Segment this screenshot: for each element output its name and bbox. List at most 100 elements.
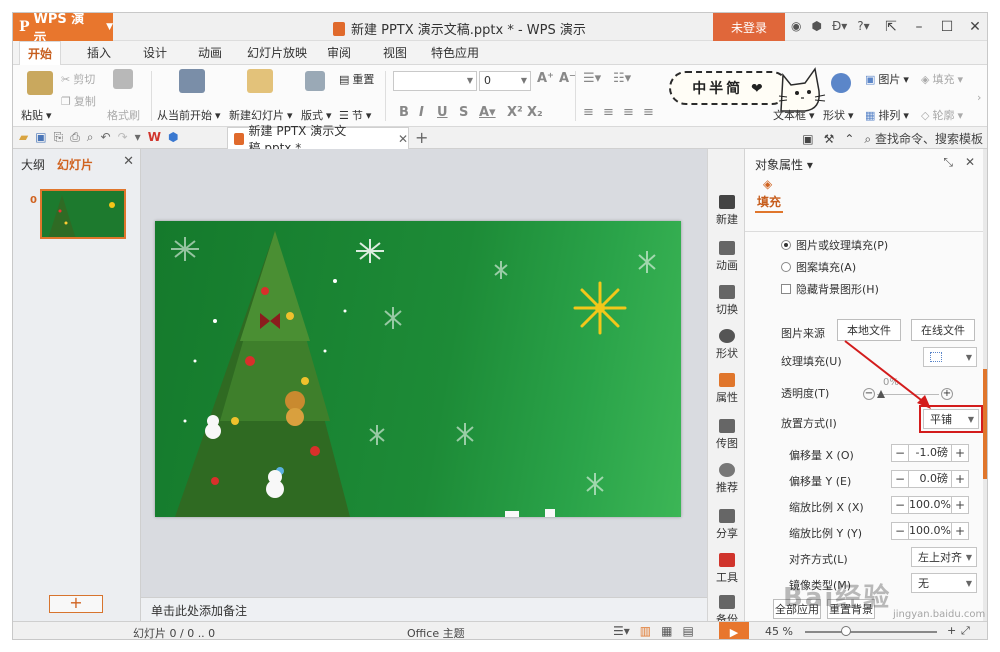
paste-icon[interactable] <box>27 71 53 95</box>
vstrip-shape[interactable]: 形状 <box>708 329 746 361</box>
panel-title[interactable]: 对象属性 ▾ <box>755 156 813 173</box>
vstrip-tools[interactable]: 工具 <box>708 553 746 585</box>
slide-thumbnail[interactable] <box>40 189 126 239</box>
add-slide-button[interactable]: + <box>49 595 103 613</box>
close-icon[interactable]: ✕ <box>123 154 134 169</box>
cut-button[interactable]: ✂ 剪切 <box>61 71 95 87</box>
italic-icon[interactable]: I <box>419 105 424 120</box>
shrink-font-icon[interactable]: A⁻ <box>559 71 576 86</box>
normal-view-icon[interactable]: ▥ <box>640 624 651 638</box>
tab-view[interactable]: 视图 <box>375 41 415 65</box>
vstrip-animation[interactable]: 动画 <box>708 241 746 273</box>
numbering-icon[interactable]: ☷▾ <box>613 71 631 86</box>
format-painter-icon[interactable] <box>113 69 133 89</box>
feedback-icon[interactable]: Ð▾ <box>832 19 847 33</box>
vstrip-recommend[interactable]: 推荐 <box>708 463 746 495</box>
tab-review[interactable]: 审阅 <box>319 41 359 65</box>
slide[interactable] <box>155 221 681 517</box>
vstrip-transition[interactable]: 切换 <box>708 285 746 317</box>
shape-button[interactable]: 形状 ▾ <box>823 107 854 123</box>
font-name-combo[interactable]: ▼ <box>393 71 477 91</box>
underline-icon[interactable]: U <box>437 105 448 120</box>
align-center-icon[interactable]: ≡ <box>603 105 614 120</box>
settings-icon[interactable]: ⬢ <box>811 19 821 33</box>
login-button[interactable]: 未登录 <box>713 13 785 41</box>
ribbon-scroll-right-icon[interactable]: › <box>977 91 981 104</box>
bullets-icon[interactable]: ☰▾ <box>583 71 601 86</box>
grow-font-icon[interactable]: A⁺ <box>537 71 554 86</box>
mirror-combo[interactable]: 无 ▼ <box>911 573 977 593</box>
shape-icon[interactable] <box>831 73 851 93</box>
arrange-button[interactable]: ▦ 排列 ▾ <box>865 107 909 123</box>
print-preview-icon[interactable]: ⌕ <box>87 130 94 145</box>
subscript-icon[interactable]: X₂ <box>527 105 543 120</box>
more-icon[interactable]: ▾ <box>135 130 141 145</box>
panel-scrollbar[interactable] <box>983 149 987 621</box>
fill-button[interactable]: ◈ 填充 ▾ <box>921 71 963 87</box>
undo-icon[interactable]: ↶ <box>101 130 111 145</box>
vstrip-upload-image[interactable]: 传图 <box>708 419 746 451</box>
tab-design[interactable]: 设计 <box>135 41 175 65</box>
tab-insert[interactable]: 插入 <box>79 41 119 65</box>
scale-x-stepper[interactable]: −100.0% + <box>891 495 969 515</box>
align-left-icon[interactable]: ≡ <box>583 105 594 120</box>
redo-icon[interactable]: ↷ <box>118 130 128 145</box>
tab-animation[interactable]: 动画 <box>190 41 230 65</box>
layout-icon[interactable] <box>305 71 325 91</box>
document-tab[interactable]: 新建 PPTX 演示文稿.pptx * ✕ <box>227 124 409 155</box>
close-tab-icon[interactable]: ✕ <box>398 132 408 146</box>
tab-features[interactable]: 特色应用 <box>423 41 487 65</box>
font-size-combo[interactable]: 0 ▼ <box>479 71 531 91</box>
feedback-icon[interactable]: ▣ <box>802 132 813 146</box>
tab-home[interactable]: 开始 <box>19 41 62 65</box>
paste-button[interactable]: 粘贴 ▾ <box>21 107 52 123</box>
reset-button[interactable]: ▤ 重置 <box>339 71 374 87</box>
tools-icon[interactable]: ⚒ <box>824 132 835 146</box>
tab-outline[interactable]: 大纲 <box>21 156 45 173</box>
tab-slideshow[interactable]: 幻灯片放映 <box>239 41 315 65</box>
superscript-icon[interactable]: X² <box>507 105 523 120</box>
notes-view-icon[interactable]: ☰▾ <box>613 624 630 638</box>
new-slide-icon[interactable] <box>247 69 273 93</box>
help-icon[interactable]: ?▾ <box>857 19 869 33</box>
tab-fill[interactable]: 填充 <box>755 193 783 213</box>
from-current-button[interactable]: 从当前开始 ▾ <box>157 107 221 123</box>
scale-y-stepper[interactable]: −100.0% + <box>891 521 969 541</box>
offset-x-stepper[interactable]: − -1.0磅 + <box>891 443 969 463</box>
textbox-button[interactable]: 文本框 ▾ <box>773 107 815 123</box>
open-folder-icon[interactable]: ▰ <box>19 130 28 145</box>
bold-icon[interactable]: B <box>399 105 409 120</box>
vstrip-properties[interactable]: 属性 <box>708 373 746 405</box>
radio-pattern[interactable]: 图案填充(A) <box>781 259 856 275</box>
zoom-slider[interactable] <box>805 631 937 633</box>
cloud-doc-icon[interactable]: ⬢ <box>168 130 178 145</box>
skin-icon[interactable]: ◉ <box>791 19 801 33</box>
sorter-view-icon[interactable]: ▦ <box>661 624 672 638</box>
justify-icon[interactable]: ≡ <box>643 105 654 120</box>
export-icon[interactable]: ⎘ <box>54 130 64 145</box>
search-commands[interactable]: ⌕ 查找命令、搜索模板 <box>864 130 983 147</box>
app-menu-button[interactable]: P WPS 演示 ▼ <box>13 13 113 46</box>
shadow-icon[interactable]: S <box>459 105 468 120</box>
outline-button[interactable]: ◇ 轮廓 ▾ <box>921 107 963 123</box>
offset-y-stepper[interactable]: −0.0磅 + <box>891 469 969 489</box>
notes-area[interactable]: 单击此处添加备注 <box>141 597 707 621</box>
close-icon[interactable]: ✕ <box>961 13 987 41</box>
restore-window-icon[interactable]: ⇱ <box>877 13 905 41</box>
play-slideshow-button[interactable]: ▶ <box>719 622 749 639</box>
zoom-in-icon[interactable]: + <box>947 624 956 637</box>
align-combo[interactable]: 左上对齐 ▼ <box>911 547 977 567</box>
print-icon[interactable]: ⎙ <box>70 130 80 145</box>
vstrip-new[interactable]: 新建 <box>708 195 746 227</box>
vstrip-share[interactable]: 分享 <box>708 509 746 541</box>
fit-window-icon[interactable]: ⤢ <box>961 624 970 638</box>
scrollbar-thumb[interactable] <box>983 369 987 479</box>
picture-button[interactable]: ▣ 图片 ▾ <box>865 71 909 87</box>
tab-slides[interactable]: 幻灯片 <box>57 156 93 173</box>
slideshow-icon[interactable] <box>179 69 205 93</box>
close-icon[interactable]: ✕ <box>965 155 975 170</box>
font-color-icon[interactable]: A▾ <box>479 105 496 120</box>
zoom-slider-thumb[interactable] <box>841 626 851 636</box>
checkbox-hide-background[interactable]: 隐藏背景图形(H) <box>781 281 879 297</box>
save-icon[interactable]: ▣ <box>35 130 46 145</box>
